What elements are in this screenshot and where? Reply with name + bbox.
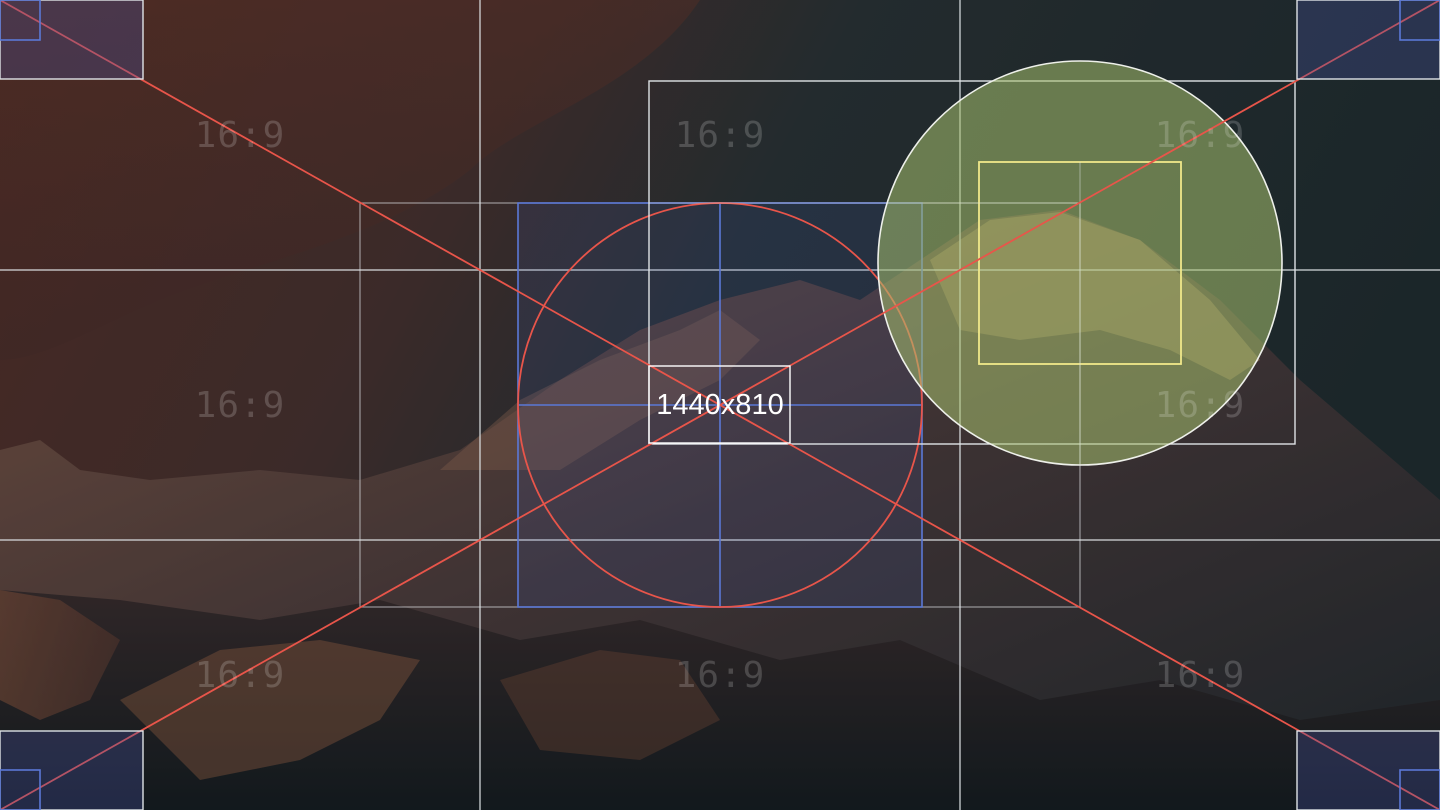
corner-marker-top-left (0, 0, 144, 80)
corner-marker-top-right (1296, 0, 1440, 80)
ratio-label-r1c1: 16:9 (195, 115, 286, 156)
corner-marker-bottom-left (0, 730, 144, 810)
ratio-label-r3c3: 16:9 (1155, 655, 1246, 696)
ratio-label-r3c1: 16:9 (195, 655, 286, 696)
ratio-label-r2c3: 16:9 (1155, 385, 1246, 426)
ratio-label-r3c2: 16:9 (675, 655, 766, 696)
ratio-label-r1c3: 16:9 (1155, 115, 1246, 156)
test-pattern-canvas: 16:9 16:9 16:9 16:9 16:9 16:9 16:9 16:9 … (0, 0, 1440, 810)
guide-overlay: 16:9 16:9 16:9 16:9 16:9 16:9 16:9 16:9 … (0, 0, 1440, 810)
resolution-label: 1440x810 (656, 389, 783, 421)
ratio-label-r1c2: 16:9 (675, 115, 766, 156)
ratio-label-r2c1: 16:9 (195, 385, 286, 426)
corner-marker-bottom-right (1296, 730, 1440, 810)
